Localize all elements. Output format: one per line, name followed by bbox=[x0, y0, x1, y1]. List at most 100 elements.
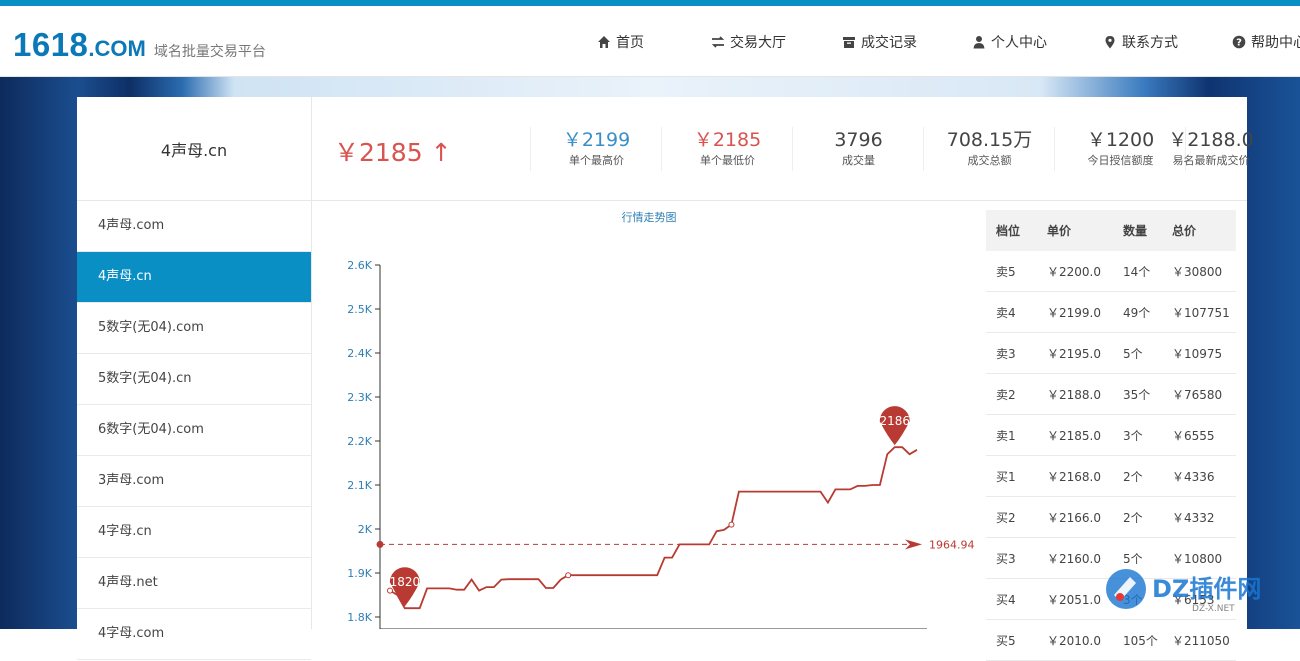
order-book-price: ￥2168.0 bbox=[1037, 455, 1113, 497]
series-point[interactable] bbox=[565, 572, 572, 579]
max-marker-label: 2186 bbox=[879, 414, 910, 428]
nav-contact[interactable]: 联系方式 bbox=[1103, 32, 1178, 52]
col-total: 总价 bbox=[1162, 210, 1236, 251]
nav-user-center-label: 个人中心 bbox=[991, 35, 1047, 51]
mean-line-start-dot bbox=[376, 540, 384, 548]
y-tick-label: 2.5K bbox=[347, 303, 372, 316]
order-book-level: 卖3 bbox=[986, 332, 1037, 374]
col-qty: 数量 bbox=[1113, 210, 1162, 251]
sidebar-item[interactable]: 4声母.net bbox=[77, 558, 311, 609]
series-point[interactable] bbox=[728, 521, 735, 528]
order-book-total: ￥30800 bbox=[1162, 251, 1236, 292]
order-book-total: ￥6555 bbox=[1162, 414, 1236, 456]
order-book-qty: 2个 bbox=[1113, 496, 1162, 538]
order-book-row: 卖5 ￥2200.0 14个 ￥30800 bbox=[986, 251, 1236, 292]
stat-value: ￥2199 bbox=[562, 129, 631, 151]
stat-value: ￥2188.0 bbox=[1168, 129, 1254, 151]
stat-label: 成交量 bbox=[842, 154, 875, 167]
stat-latest-price: ￥2188.0 易名最新成交价 bbox=[1168, 127, 1254, 171]
y-tick-label: 2.1K bbox=[347, 479, 372, 492]
nav-trading-hall-label: 交易大厅 bbox=[730, 35, 786, 51]
order-book-level: 买5 bbox=[986, 619, 1037, 661]
home-icon bbox=[598, 36, 610, 48]
sidebar-item[interactable]: 3声母.com bbox=[77, 456, 311, 507]
order-book-price: ￥2166.0 bbox=[1037, 496, 1113, 538]
order-book-price: ￥2200.0 bbox=[1037, 251, 1113, 292]
stat-value: ￥2185 bbox=[693, 129, 762, 151]
nav-home[interactable]: 首页 bbox=[597, 32, 644, 52]
order-book-qty: 14个 bbox=[1113, 251, 1162, 292]
price-trend-chart: 行情走势图 1.8K 1.9K 2K 2.1K 2.2K 2.3K 2.4K 2.5K 2.6K… bbox=[312, 201, 986, 629]
nav-trade-records-label: 成交记录 bbox=[861, 35, 917, 51]
order-book-level: 买2 bbox=[986, 496, 1037, 538]
stat-volume: 3796 成交量 bbox=[792, 127, 924, 171]
stat-value: 708.15万 bbox=[946, 129, 1033, 151]
exchange-icon bbox=[711, 36, 725, 48]
min-marker-label: 1820 bbox=[390, 575, 421, 589]
sidebar-item[interactable]: 4字母.com bbox=[77, 609, 311, 660]
order-book-level: 买1 bbox=[986, 455, 1037, 497]
y-tick-label: 1.8K bbox=[347, 611, 372, 624]
col-price: 单价 bbox=[1037, 210, 1113, 251]
order-book-row: 买1 ￥2168.0 2个 ￥4336 bbox=[986, 455, 1236, 497]
stat-highest-price: ￥2199 单个最高价 bbox=[530, 127, 662, 171]
nav-user-center[interactable]: 个人中心 bbox=[972, 32, 1047, 52]
sidebar-item[interactable]: 5数字(无04).com bbox=[77, 303, 311, 354]
col-level: 档位 bbox=[986, 210, 1037, 251]
stats-bar: ￥2185 ↑ ￥2199 单个最高价 ￥2185 单个最低价 3796 成交量… bbox=[312, 97, 1254, 201]
stat-value: 3796 bbox=[834, 129, 883, 151]
price-series-line[interactable] bbox=[389, 446, 918, 610]
order-book-price: ￥2185.0 bbox=[1037, 414, 1113, 456]
question-circle-icon: ? bbox=[1232, 35, 1246, 49]
order-book-header-row: 档位 单价 数量 总价 bbox=[986, 210, 1236, 251]
y-tick-label: 2K bbox=[358, 523, 373, 536]
order-book-price: ￥2188.0 bbox=[1037, 373, 1113, 415]
svg-text:?: ? bbox=[1236, 38, 1242, 49]
order-book-qty: 3个 bbox=[1113, 414, 1162, 456]
sidebar-item[interactable]: 4声母.com bbox=[77, 201, 311, 252]
order-book-row: 卖1 ￥2185.0 3个 ￥6555 bbox=[986, 414, 1236, 456]
stat-label: 成交总额 bbox=[967, 154, 1012, 167]
order-book-level: 买4 bbox=[986, 578, 1037, 620]
y-tick-label: 2.2K bbox=[347, 435, 372, 448]
order-book-total: ￥4336 bbox=[1162, 455, 1236, 497]
order-book-row: 买5 ￥2010.0 105个 ￥211050 bbox=[986, 619, 1236, 661]
y-tick-label: 2.3K bbox=[347, 391, 372, 404]
stat-lowest-price: ￥2185 单个最低价 bbox=[661, 127, 793, 171]
order-book-level: 卖2 bbox=[986, 373, 1037, 415]
order-book-total: ￥76580 bbox=[1162, 373, 1236, 415]
watermark-text: DZ插件网 bbox=[1152, 575, 1261, 603]
order-book-row: 买2 ￥2166.0 2个 ￥4332 bbox=[986, 496, 1236, 538]
site-header: 1618 .COM 域名批量交易平台 首页 交易大厅 成交记录 个人中心 联系方… bbox=[0, 6, 1300, 77]
watermark-url: DZ-X.NET bbox=[1192, 604, 1235, 614]
order-book-total: ￥10975 bbox=[1162, 332, 1236, 374]
trend-up-icon: ↑ bbox=[430, 138, 452, 167]
y-tick-label: 2.4K bbox=[347, 347, 372, 360]
order-book-total: ￥4332 bbox=[1162, 496, 1236, 538]
order-book-qty: 105个 bbox=[1113, 619, 1162, 661]
stat-label: 单个最低价 bbox=[700, 154, 755, 167]
chart-canvas[interactable]: 1.8K 1.9K 2K 2.1K 2.2K 2.3K 2.4K 2.5K 2.6K 1964.9… bbox=[312, 201, 986, 629]
order-book-total: ￥211050 bbox=[1162, 619, 1236, 661]
current-domain-name: 4声母.cn bbox=[77, 97, 312, 201]
nav-home-label: 首页 bbox=[616, 35, 644, 51]
main-nav: 首页 交易大厅 成交记录 个人中心 联系方式 ? 帮助中心 bbox=[0, 32, 1300, 56]
sidebar-item-active[interactable]: 4声母.cn bbox=[77, 252, 311, 303]
order-book-qty: 49个 bbox=[1113, 291, 1162, 333]
nav-help[interactable]: ? 帮助中心 bbox=[1232, 32, 1300, 52]
market-card: 4声母.cn ￥2185 ↑ ￥2199 单个最高价 ￥2185 单个最低价 3… bbox=[77, 97, 1254, 661]
watermark-logo: DZ插件网 DZ-X.NET bbox=[1106, 569, 1261, 614]
y-tick-label: 2.6K bbox=[347, 259, 372, 272]
order-book-level: 卖5 bbox=[986, 251, 1037, 292]
nav-help-label: 帮助中心 bbox=[1251, 35, 1300, 51]
nav-trade-records[interactable]: 成交记录 bbox=[842, 32, 917, 52]
order-book-total: ￥107751 bbox=[1162, 291, 1236, 333]
nav-trading-hall[interactable]: 交易大厅 bbox=[711, 32, 786, 52]
user-icon bbox=[973, 36, 985, 49]
map-marker-icon bbox=[1105, 36, 1115, 49]
sidebar-item[interactable]: 5数字(无04).cn bbox=[77, 354, 311, 405]
stat-turnover: 708.15万 成交总额 bbox=[923, 127, 1055, 171]
sidebar-item[interactable]: 6数字(无04).com bbox=[77, 405, 311, 456]
sidebar-item[interactable]: 4字母.cn bbox=[77, 507, 311, 558]
order-book-price: ￥2199.0 bbox=[1037, 291, 1113, 333]
